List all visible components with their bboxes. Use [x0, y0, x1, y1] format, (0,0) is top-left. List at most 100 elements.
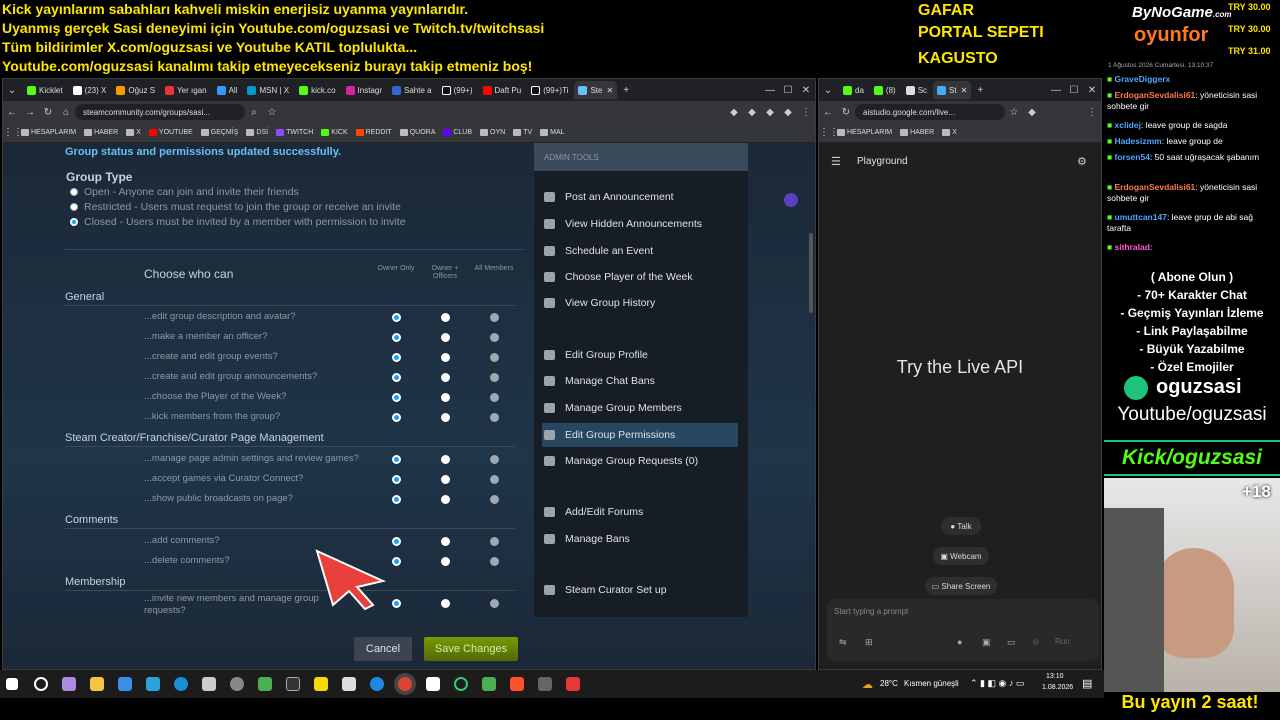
bookmark[interactable]: X — [126, 129, 141, 136]
reload-icon[interactable]: ↻ — [837, 107, 855, 118]
url-field[interactable]: steamcommunity.com/groups/sasi... — [75, 104, 245, 120]
bookmark[interactable]: TV — [513, 129, 532, 136]
tab[interactable]: Daft Pu — [479, 81, 526, 99]
back-icon[interactable]: ← — [3, 107, 21, 118]
tab[interactable]: Instagr — [342, 81, 386, 99]
tab[interactable]: MSN | X — [243, 81, 293, 99]
radio-button[interactable] — [70, 203, 78, 211]
app-icon[interactable] — [118, 677, 132, 691]
permission-radio[interactable] — [490, 413, 499, 422]
permission-radio-selected[interactable] — [392, 333, 401, 342]
scrollbar[interactable] — [809, 233, 813, 313]
notification-icon[interactable]: ▤ — [1082, 677, 1092, 690]
bookmark-star-icon[interactable]: ☆ — [1005, 107, 1023, 118]
radio-button[interactable] — [70, 188, 78, 196]
admin-tool-item[interactable]: View Group History — [542, 291, 738, 315]
admin-tool-item[interactable]: Add/Edit Forums — [542, 500, 738, 524]
close-icon[interactable]: ✕ — [606, 86, 613, 95]
permission-radio[interactable] — [441, 353, 450, 362]
admin-tool-item[interactable]: Post an Announcement — [542, 185, 738, 209]
search-icon[interactable] — [34, 677, 48, 691]
group-type-restricted[interactable]: Restricted - Users must request to join … — [70, 201, 401, 213]
reload-icon[interactable]: ↻ — [39, 107, 57, 118]
permission-radio[interactable] — [490, 537, 499, 546]
group-type-open[interactable]: Open - Anyone can join and invite their … — [70, 186, 299, 198]
admin-tool-item[interactable]: Steam Curator Set up — [542, 578, 738, 602]
menu-icon[interactable]: ⋮ — [1083, 107, 1101, 118]
permission-radio[interactable] — [441, 495, 450, 504]
minimize-icon[interactable]: — — [761, 85, 779, 96]
tab-active[interactable]: St ✕ — [933, 81, 972, 99]
group-type-closed[interactable]: Closed - Users must be invited by a memb… — [70, 216, 406, 228]
admin-tool-item[interactable]: Edit Group Permissions — [542, 423, 738, 447]
app-icon[interactable] — [342, 677, 356, 691]
edge-icon[interactable] — [174, 677, 188, 691]
permission-radio-selected[interactable] — [392, 495, 401, 504]
permission-radio-selected[interactable] — [392, 313, 401, 322]
permission-radio[interactable] — [441, 373, 450, 382]
menu-icon[interactable]: ⋮ — [797, 107, 815, 118]
zoom-icon[interactable]: ⌕ — [245, 107, 263, 118]
close-icon[interactable]: ✕ — [961, 86, 968, 95]
bookmark[interactable]: DSİ — [246, 129, 268, 136]
camera-app-icon[interactable] — [202, 677, 216, 691]
forward-icon[interactable]: → — [21, 107, 39, 118]
tab[interactable]: Kicklet — [23, 81, 67, 99]
radio-button-selected[interactable] — [70, 218, 78, 226]
tab[interactable]: Sahte a — [388, 81, 436, 99]
admin-tool-item[interactable]: View Hidden Announcements — [542, 212, 738, 236]
bookmark[interactable]: MAL — [540, 129, 565, 136]
permission-radio[interactable] — [490, 495, 499, 504]
tab-menu-icon[interactable]: ⌄ — [3, 85, 21, 96]
extension-icon[interactable]: ◆ — [1023, 107, 1041, 118]
weather-temp[interactable]: 28°C — [880, 679, 898, 688]
permission-radio[interactable] — [441, 413, 450, 422]
app-icon[interactable] — [370, 677, 384, 691]
settings-tune-icon[interactable]: ⚙ — [1077, 155, 1087, 168]
extension-icon[interactable]: ◆ — [779, 107, 797, 118]
plus-icon[interactable]: ⊕ — [1032, 637, 1040, 648]
close-window-icon[interactable]: ✕ — [1083, 85, 1101, 96]
tab[interactable]: Oğuz S — [112, 81, 159, 99]
bookmark[interactable]: OYN — [480, 129, 505, 136]
windows-start-icon[interactable] — [6, 678, 18, 690]
clock-time[interactable]: 13:10 — [1046, 673, 1064, 680]
permission-radio-selected[interactable] — [392, 475, 401, 484]
app-icon[interactable] — [482, 677, 496, 691]
admin-tool-item[interactable]: Manage Bans — [542, 527, 738, 551]
bookmark[interactable]: QUORA — [399, 129, 435, 136]
permission-radio[interactable] — [441, 393, 450, 402]
permission-radio[interactable] — [441, 557, 450, 566]
clock-date[interactable]: 1.08.2026 — [1042, 684, 1073, 691]
permission-radio[interactable] — [490, 333, 499, 342]
bookmark[interactable]: YOUTUBE — [148, 129, 193, 136]
brave-icon[interactable] — [510, 677, 524, 691]
new-tab-icon[interactable]: + — [617, 85, 635, 96]
bookmark[interactable]: CLUB — [443, 129, 472, 136]
close-window-icon[interactable]: ✕ — [797, 85, 815, 96]
bookmark[interactable]: HESAPLARIM — [837, 129, 892, 136]
minimize-icon[interactable]: — — [1047, 85, 1065, 96]
extension-bubble-icon[interactable] — [784, 193, 798, 207]
bookmark-star-icon[interactable]: ☆ — [263, 107, 281, 118]
permission-radio-selected[interactable] — [392, 537, 401, 546]
app-icon[interactable] — [230, 677, 244, 691]
permission-radio[interactable] — [490, 373, 499, 382]
permission-radio[interactable] — [490, 475, 499, 484]
prompt-box[interactable]: Start typing a prompt ⇋ ⊞ ● ▣ ▭ ⊕ Run — [827, 599, 1099, 661]
bookmark[interactable]: X — [942, 129, 957, 136]
run-button[interactable]: Run — [1055, 637, 1070, 646]
save-changes-button[interactable]: Save Changes — [424, 637, 518, 661]
system-tray-icons[interactable]: ⌃ ▮ ◧ ◉ ♪ ▭ — [970, 678, 1024, 689]
tab[interactable]: (99+)Ti — [527, 81, 572, 99]
sidebar-menu-icon[interactable]: ☰ — [831, 155, 841, 168]
mic-icon[interactable]: ● — [957, 637, 962, 647]
app-icon[interactable] — [146, 677, 160, 691]
app-icon[interactable] — [314, 677, 328, 691]
tab[interactable]: (8) — [870, 81, 900, 99]
admin-tool-item[interactable]: Choose Player of the Week — [542, 265, 738, 289]
tab[interactable]: All — [213, 81, 242, 99]
permission-radio[interactable] — [441, 537, 450, 546]
new-tab-icon[interactable]: + — [971, 85, 989, 96]
tab[interactable]: kick.co — [295, 81, 339, 99]
